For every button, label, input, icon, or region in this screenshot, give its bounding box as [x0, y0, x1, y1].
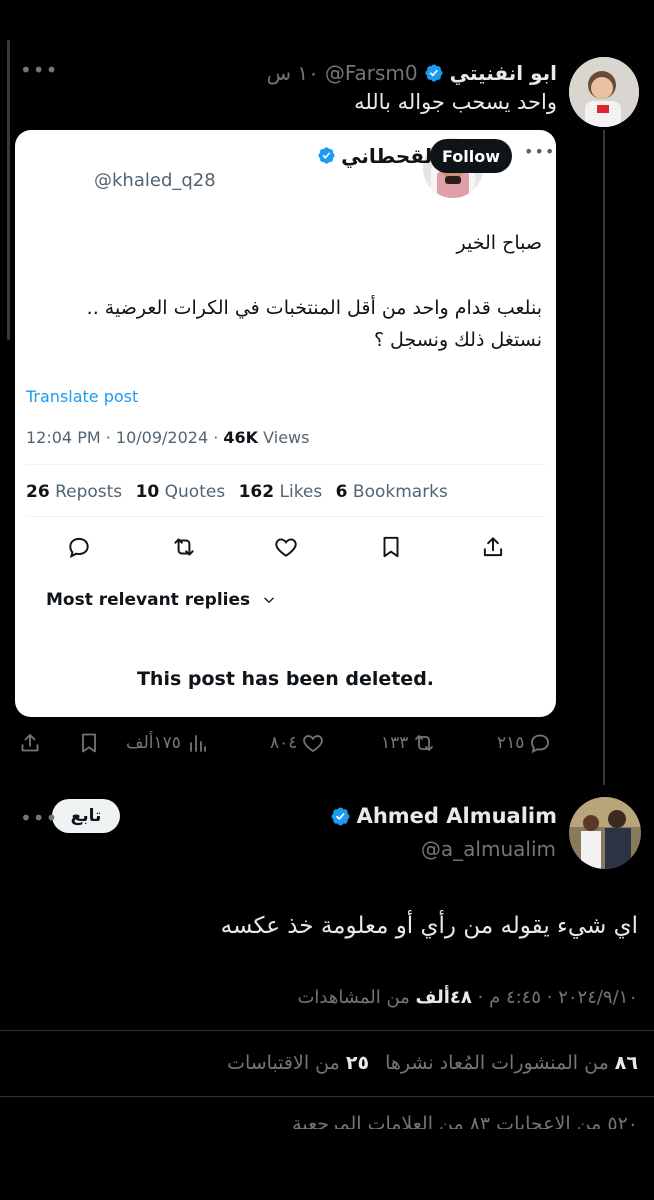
quoted-more-icon[interactable]: ••• [524, 144, 555, 160]
tweet2-cutoff-row-clip: ٥٢٠ من الإعجابات ٨٣ من العلامات المرجعية [0, 1113, 654, 1129]
tweet1-more-icon[interactable]: ••• [20, 60, 58, 80]
bookmarks-count-link[interactable]: 6 Bookmarks [336, 482, 448, 502]
like-icon[interactable] [273, 534, 299, 560]
reposts-count-link[interactable]: 26 Reposts [26, 482, 122, 502]
quoted-timestamp[interactable]: 12:04 PM · 10/09/2024 · [26, 428, 223, 447]
tweet1-reposts-count: ١٣٣ [381, 733, 409, 753]
quoted-follow-button[interactable]: Follow [430, 139, 512, 173]
tweet2-engagement-row: ٨٦ من المنشورات المُعاد نشرها ٢٥ من الاق… [227, 1052, 638, 1074]
divider [0, 1096, 654, 1097]
divider [26, 464, 545, 465]
reply-icon [528, 731, 552, 755]
bookmark-icon[interactable] [77, 731, 101, 755]
tweet1-text: واحد يسحب جواله بالله [354, 90, 557, 114]
views-stat[interactable]: ١٧٥ألف [126, 731, 209, 755]
share-icon[interactable] [18, 731, 42, 755]
tweet2-quotes-link[interactable]: ٢٥ من الاقتباسات [227, 1052, 369, 1074]
tweet2-timestamp[interactable]: ٢٠٢٤/٩/١٠ · ٤:٤٥ م · [472, 987, 638, 1008]
chevron-down-icon [262, 593, 276, 607]
tweet2-likes-bookmarks-row: ٥٢٠ من الإعجابات ٨٣ من العلامات المرجعية [292, 1113, 638, 1129]
divider [26, 516, 545, 517]
quoted-line2: بنلعب قدام واحد من أقل المنتخبات في الكر… [86, 297, 542, 319]
tweet1-display-name[interactable]: ابو انفنيتي [450, 61, 557, 85]
tweet2-more-icon[interactable]: ••• [20, 808, 58, 828]
divider [0, 1030, 654, 1031]
likes-count-link[interactable]: 162 Likes [239, 482, 323, 502]
quoted-line1: صباح الخير [456, 232, 542, 254]
tweet1-header: ابو انفنيتي @Farsm0 ١٠ س [267, 58, 557, 88]
thread-line [603, 130, 605, 785]
tweet2-views-label: من المشاهدات [297, 987, 416, 1008]
repost-icon [412, 731, 436, 755]
tweet1-handle[interactable]: @Farsm0 [325, 61, 418, 85]
repost-icon[interactable] [171, 534, 197, 560]
like-icon [301, 731, 325, 755]
tweet2-text: اي شيء يقوله من رأي أو معلومة خذ عكسه [220, 913, 638, 939]
quoted-counts: 26 Reposts 10 Quotes 162 Likes 6 Bookmar… [26, 482, 448, 502]
quoted-views-label: Views [258, 428, 310, 447]
tweet2-views-count: ٤٨ألف [415, 987, 472, 1008]
tweet1-time[interactable]: ١٠ س [267, 61, 319, 85]
replies-stat[interactable]: ٢١٥ [497, 731, 552, 755]
quoted-post-card[interactable]: خالد القحطاني @khaled_q28 Follow ••• صبا… [15, 130, 556, 717]
quoted-views-count: 46K [223, 428, 259, 447]
replies-sort-dropdown[interactable]: Most relevant replies [46, 590, 276, 610]
replies-sort-label: Most relevant replies [46, 590, 251, 610]
translate-post-link[interactable]: Translate post [26, 387, 138, 406]
tweet1-replies-count: ٢١٥ [497, 733, 525, 753]
tweet2-avatar[interactable] [569, 797, 641, 869]
likes-stat[interactable]: ٨٠٤ [270, 731, 325, 755]
bookmark-icon[interactable] [378, 534, 404, 560]
tweet1-views-count: ١٧٥ألف [126, 733, 181, 753]
quoted-line3: نستغل ذلك ونسجل ؟ [373, 329, 542, 351]
quoted-handle[interactable]: @khaled_q28 [94, 170, 216, 191]
reply-icon[interactable] [66, 534, 92, 560]
verified-badge-icon [424, 63, 444, 83]
tweet2-reposts-link[interactable]: ٨٦ من المنشورات المُعاد نشرها [385, 1052, 638, 1074]
tweet2-follow-button[interactable]: تابع [52, 799, 120, 833]
tweet2-name-row: Ahmed Almualim [331, 804, 557, 828]
tweet1-avatar[interactable] [569, 57, 639, 127]
share-icon[interactable] [480, 534, 506, 560]
verified-badge-icon [316, 146, 336, 166]
tweet2-display-name[interactable]: Ahmed Almualim [357, 804, 557, 828]
deleted-post-notice: This post has been deleted. [136, 668, 435, 690]
reposts-stat[interactable]: ١٣٣ [381, 731, 436, 755]
scroll-indicator[interactable] [7, 40, 10, 340]
verified-badge-icon [331, 806, 351, 826]
quoted-meta: 12:04 PM · 10/09/2024 · 46K Views [26, 428, 309, 447]
views-icon [185, 731, 209, 755]
tweet1-likes-count: ٨٠٤ [270, 733, 298, 753]
tweet2-handle[interactable]: @a_almualim [421, 837, 556, 861]
tweet2-meta: ٢٠٢٤/٩/١٠ · ٤:٤٥ م · ٤٨ألف من المشاهدات [297, 987, 638, 1008]
quotes-count-link[interactable]: 10 Quotes [136, 482, 226, 502]
